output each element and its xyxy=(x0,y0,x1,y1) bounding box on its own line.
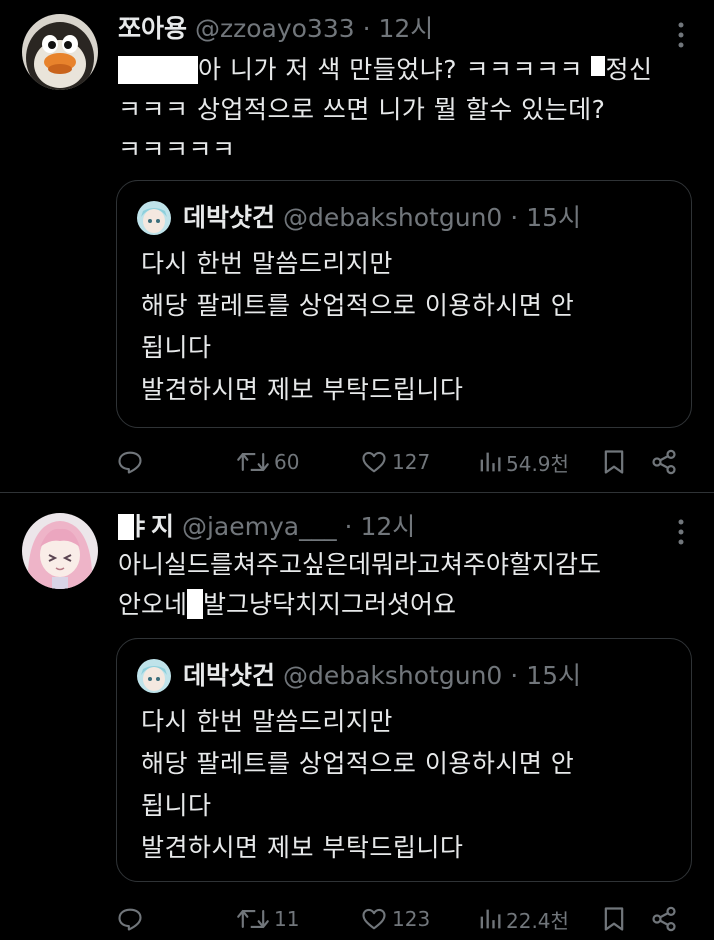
anime-avatar-image xyxy=(137,659,171,693)
like-count: 123 xyxy=(392,907,431,931)
share-button[interactable] xyxy=(650,901,678,937)
quote-text: 다시 한번 말씀드리지만 해당 팔레트를 상업적으로 이용하시면 안 됩니다 발… xyxy=(141,701,574,869)
tweet-header: 쪼아용 @zzoayo333 · 12시 xyxy=(118,12,433,46)
tweet[interactable]: ㅑ지 @jaemya___ · 12시 아니실드를쳐주고싶은데뭐라고쳐주야할지감… xyxy=(0,493,714,940)
views-count: 54.9천 xyxy=(506,451,569,476)
share-button[interactable] xyxy=(650,444,678,480)
tweet-text-part: 아 니가 저 색 만들었냐? ㅋㅋㅋㅋㅋ xyxy=(198,55,592,84)
bookmark-button[interactable] xyxy=(602,444,626,480)
user-handle[interactable]: @zzoayo333 xyxy=(195,14,355,43)
user-handle[interactable]: @jaemya___ xyxy=(182,512,337,541)
quote-text-line: 발견하시면 제보 부탁드립니다 xyxy=(141,375,464,404)
tweet-text: 아니실드를쳐주고싶은데뭐라고쳐주야할지감도안오네 발그냥닥치지그러셧어요 xyxy=(118,545,601,625)
quote-header: 데박샷건 @debakshotgun0 · 15시 xyxy=(183,199,581,237)
like-icon xyxy=(362,908,386,930)
more-icon[interactable] xyxy=(676,20,686,50)
tweet-text-part: ㅋㅋㅋㅋㅋ xyxy=(118,135,236,164)
reply-button[interactable] xyxy=(116,901,144,937)
avatar[interactable] xyxy=(22,14,98,90)
share-icon xyxy=(652,449,676,475)
like-button[interactable]: 127 xyxy=(360,444,430,480)
quote-display-name: 데박샷건 xyxy=(183,203,276,232)
retweet-count: 11 xyxy=(274,907,300,931)
share-icon xyxy=(652,906,676,932)
action-bar: 60 127 54.9천 xyxy=(116,444,696,480)
quote-user-handle: @debakshotgun0 xyxy=(282,203,503,232)
quote-text-line: 발견하시면 제보 부탁드립니다 xyxy=(141,833,464,862)
reply-icon xyxy=(118,908,142,931)
retweet-icon xyxy=(237,909,269,929)
bookmark-button[interactable] xyxy=(602,901,626,937)
quote-text-line: 해당 팔레트를 상업적으로 이용하시면 안 xyxy=(141,291,575,320)
action-bar: 11 123 22.4천 xyxy=(116,901,696,937)
quote-header: 데박샷건 @debakshotgun0 · 15시 xyxy=(183,657,581,695)
quote-display-name: 데박샷건 xyxy=(183,661,276,690)
timestamp[interactable]: 12시 xyxy=(360,512,415,541)
anime-avatar-image xyxy=(137,201,171,235)
timestamp[interactable]: 12시 xyxy=(379,14,434,43)
tweet-text-part: 정신 xyxy=(605,55,653,84)
views-button[interactable]: 54.9천 xyxy=(478,444,569,480)
views-count: 22.4천 xyxy=(506,908,569,933)
views-icon xyxy=(480,909,501,929)
retweet-count: 60 xyxy=(274,450,300,474)
tweet-text-part: ㅋㅋㅋ 상업적으로 쓰면 니가 뭘 할수 있는데? xyxy=(118,95,606,124)
tweet-header: ㅑ지 @jaemya___ · 12시 xyxy=(118,510,415,544)
quote-text: 다시 한번 말씀드리지만 해당 팔레트를 상업적으로 이용하시면 안 됩니다 발… xyxy=(141,243,574,411)
tweet-text-part: 아니실드를쳐주고싶은데뭐라고쳐주야할지감도 xyxy=(118,550,602,579)
like-button[interactable]: 123 xyxy=(360,901,430,937)
separator-dot: · xyxy=(362,14,371,43)
retweet-icon xyxy=(237,452,269,472)
bookmark-icon xyxy=(604,450,624,474)
redaction-box xyxy=(118,56,198,84)
quote-text-line: 다시 한번 말씀드리지만 xyxy=(141,249,393,278)
quote-avatar xyxy=(137,659,171,693)
quote-timestamp: 15시 xyxy=(526,661,581,690)
views-button[interactable]: 22.4천 xyxy=(478,901,569,937)
display-name[interactable]: ㅑ지 xyxy=(128,512,174,541)
reply-icon xyxy=(118,451,142,474)
bookmark-icon xyxy=(604,907,624,931)
redaction-box xyxy=(187,589,204,619)
quote-text-line: 다시 한번 말씀드리지만 xyxy=(141,707,393,736)
separator-dot: · xyxy=(344,512,353,541)
penguin-avatar-image xyxy=(22,14,98,90)
avatar[interactable] xyxy=(22,513,98,589)
like-icon xyxy=(362,451,386,473)
separator-dot: · xyxy=(510,203,519,232)
quote-text-line: 됩니다 xyxy=(141,333,212,362)
views-icon xyxy=(480,452,501,472)
retweet-button[interactable]: 11 xyxy=(236,901,299,937)
like-count: 127 xyxy=(392,450,431,474)
separator-dot: · xyxy=(510,661,519,690)
tweet-text-part: 안오네 xyxy=(118,590,188,619)
quote-timestamp: 15시 xyxy=(526,203,581,232)
quote-text-line: 해당 팔레트를 상업적으로 이용하시면 안 xyxy=(141,749,575,778)
anime-girl-avatar-image xyxy=(22,513,98,589)
tweet-text: 아 니가 저 색 만들었냐? ㅋㅋㅋㅋㅋ 정신 ㅋㅋㅋ 상업적으로 쓰면 니가 뭘… xyxy=(118,50,652,170)
quote-text-line: 됩니다 xyxy=(141,791,212,820)
redaction-box xyxy=(591,56,606,76)
reply-button[interactable] xyxy=(116,444,144,480)
quote-avatar xyxy=(137,201,171,235)
more-icon[interactable] xyxy=(676,517,686,547)
display-name[interactable]: 쪼아용 xyxy=(118,14,187,43)
retweet-button[interactable]: 60 xyxy=(236,444,299,480)
tweet-text-part: 발그냥닥치지그러셧어요 xyxy=(203,590,457,619)
quoted-tweet[interactable]: 데박샷건 @debakshotgun0 · 15시 다시 한번 말씀드리지만 해… xyxy=(116,638,692,882)
quote-user-handle: @debakshotgun0 xyxy=(282,661,503,690)
quoted-tweet[interactable]: 데박샷건 @debakshotgun0 · 15시 다시 한번 말씀드리지만 해… xyxy=(116,180,692,428)
tweet[interactable]: 쪼아용 @zzoayo333 · 12시 아 니가 저 색 만들었냐? ㅋㅋㅋㅋ… xyxy=(0,0,714,492)
